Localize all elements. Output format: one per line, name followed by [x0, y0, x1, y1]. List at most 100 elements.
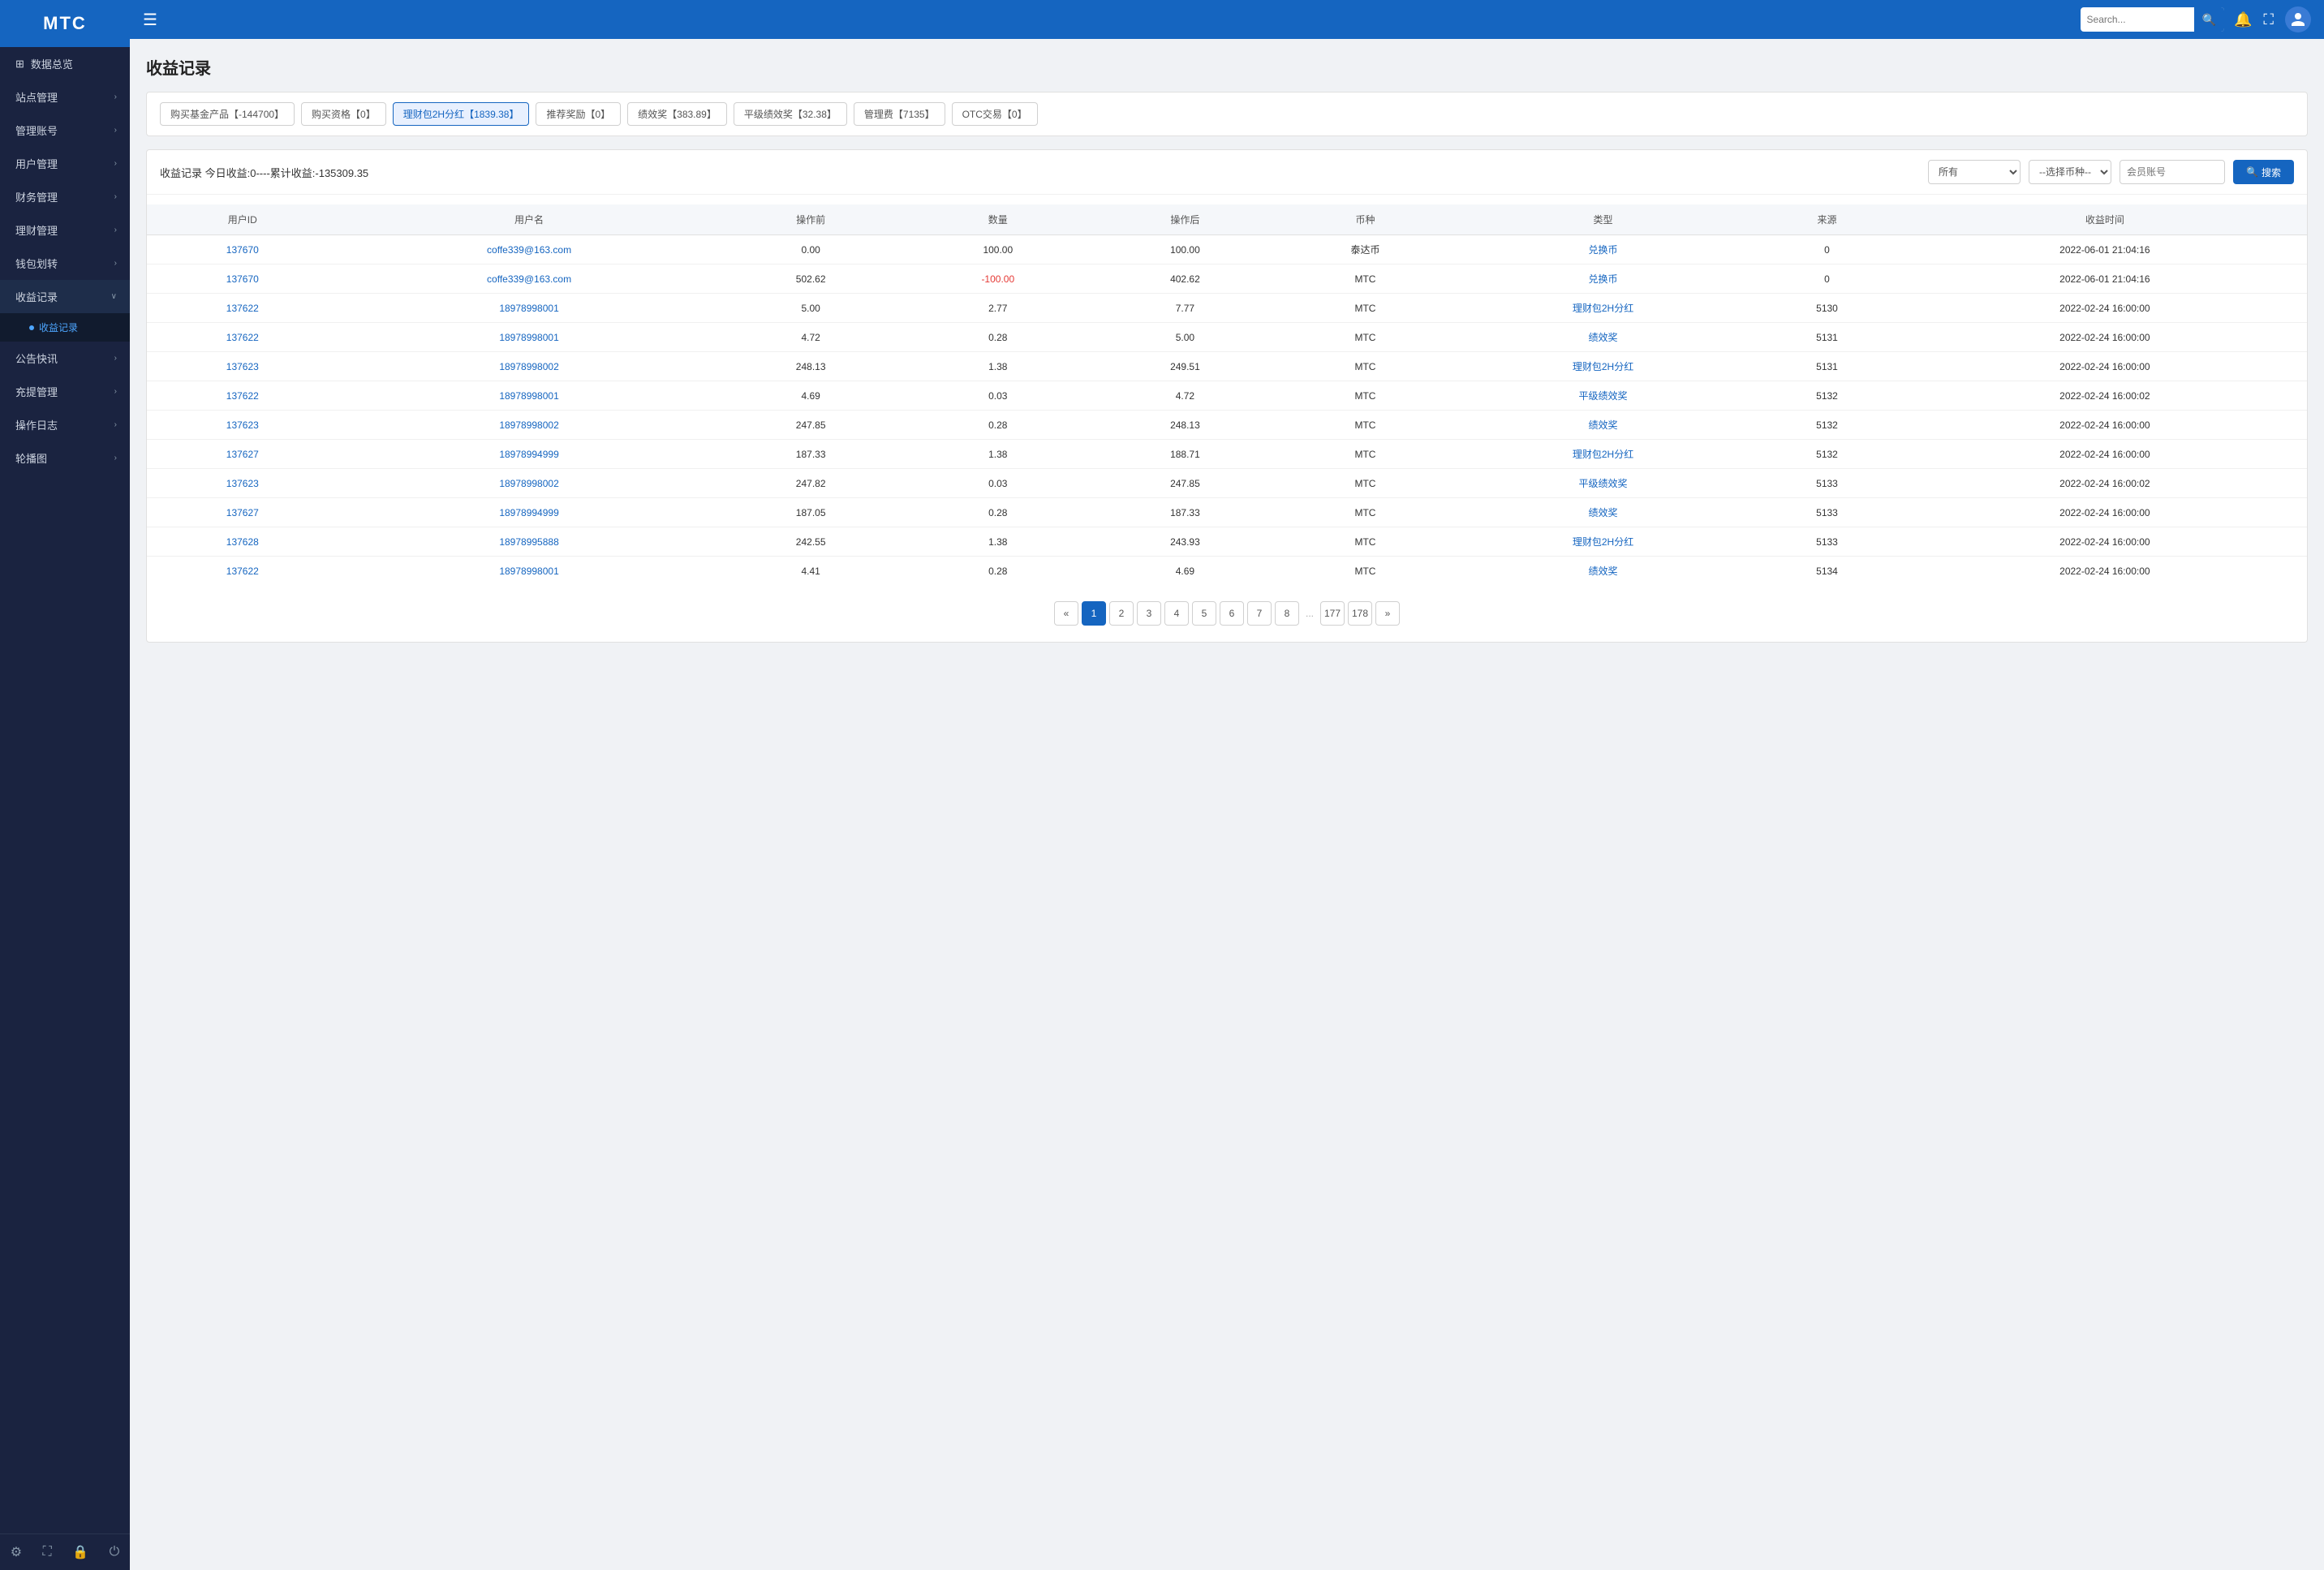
cell-uid[interactable]: 137627 [147, 498, 338, 527]
cell-type[interactable]: 绩效奖 [1455, 323, 1751, 352]
sidebar-item-recharge[interactable]: 充提管理 › [0, 375, 130, 408]
menu-icon[interactable]: ☰ [143, 10, 157, 30]
sidebar-item-label: 公告快讯 [15, 351, 58, 366]
cell-uid[interactable]: 137670 [147, 235, 338, 265]
cell-uid[interactable]: 137623 [147, 469, 338, 498]
cell-username[interactable]: 18978994999 [338, 498, 721, 527]
page-4-button[interactable]: 4 [1164, 601, 1189, 626]
page-5-button[interactable]: 5 [1192, 601, 1216, 626]
cell-source: 5134 [1751, 557, 1903, 586]
tab-mgmt-fee[interactable]: 管理费【7135】 [854, 102, 945, 126]
page-3-button[interactable]: 3 [1137, 601, 1161, 626]
cell-type[interactable]: 平级绩效奖 [1455, 469, 1751, 498]
cell-uid[interactable]: 137622 [147, 557, 338, 586]
page-178-button[interactable]: 178 [1348, 601, 1372, 626]
sidebar-item-income[interactable]: 收益记录 ∨ [0, 280, 130, 313]
cell-username[interactable]: 18978995888 [338, 527, 721, 557]
table-row: 137670 coffe339@163.com 502.62 -100.00 4… [147, 265, 2307, 294]
cell-type[interactable]: 绩效奖 [1455, 411, 1751, 440]
cell-uid[interactable]: 137627 [147, 440, 338, 469]
sidebar-sub-item-label: 收益记录 [39, 320, 78, 334]
cell-uid[interactable]: 137623 [147, 411, 338, 440]
power-icon[interactable]: ⏻ [110, 1545, 120, 1559]
sidebar-item-wealth[interactable]: 理财管理 › [0, 213, 130, 247]
lock-icon[interactable]: 🔒 [72, 1544, 88, 1560]
cell-username[interactable]: coffe339@163.com [338, 265, 721, 294]
table-row: 137622 18978998001 4.72 0.28 5.00 MTC 绩效… [147, 323, 2307, 352]
search-button[interactable]: 🔍 搜索 [2233, 160, 2294, 184]
type-select[interactable]: 所有 兑换币 理财包2H分红 绩效奖 平级绩效奖 管理费 [1928, 160, 2021, 184]
cell-type[interactable]: 绩效奖 [1455, 557, 1751, 586]
sidebar-sub-item-income-record[interactable]: 收益记录 [0, 313, 130, 342]
sidebar-item-oplog[interactable]: 操作日志 › [0, 408, 130, 441]
sidebar-item-finance[interactable]: 财务管理 › [0, 180, 130, 213]
page-1-button[interactable]: 1 [1082, 601, 1106, 626]
chevron-right-icon: › [114, 387, 117, 396]
cell-type[interactable]: 理财包2H分红 [1455, 352, 1751, 381]
sidebar-item-notice[interactable]: 公告快讯 › [0, 342, 130, 375]
cell-type[interactable]: 绩效奖 [1455, 498, 1751, 527]
tab-buy-qual[interactable]: 购买资格【0】 [301, 102, 386, 126]
page-8-button[interactable]: 8 [1275, 601, 1299, 626]
cell-username[interactable]: 18978994999 [338, 440, 721, 469]
cell-type[interactable]: 平级绩效奖 [1455, 381, 1751, 411]
cell-coin: MTC [1276, 557, 1455, 586]
cell-uid[interactable]: 137628 [147, 527, 338, 557]
sidebar-item-user[interactable]: 用户管理 › [0, 147, 130, 180]
search-input[interactable] [2081, 14, 2194, 25]
cell-uid[interactable]: 137622 [147, 323, 338, 352]
cell-username[interactable]: 18978998002 [338, 469, 721, 498]
page-next-button[interactable]: » [1375, 601, 1400, 626]
coin-select[interactable]: --选择币种-- MTC 泰达币 [2029, 160, 2111, 184]
settings-icon[interactable]: ⚙ [11, 1544, 22, 1560]
cell-uid[interactable]: 137623 [147, 352, 338, 381]
cell-coin: MTC [1276, 440, 1455, 469]
cell-type[interactable]: 理财包2H分红 [1455, 527, 1751, 557]
cell-uid[interactable]: 137622 [147, 294, 338, 323]
sidebar-item-site[interactable]: 站点管理 › [0, 80, 130, 114]
page-prev-button[interactable]: « [1054, 601, 1078, 626]
tab-otc[interactable]: OTC交易【0】 [952, 102, 1038, 126]
cell-source: 5133 [1751, 469, 1903, 498]
page-6-button[interactable]: 6 [1220, 601, 1244, 626]
sidebar-item-label: 充提管理 [15, 384, 58, 399]
cell-username[interactable]: 18978998001 [338, 294, 721, 323]
page-2-button[interactable]: 2 [1109, 601, 1134, 626]
tab-wealth-div[interactable]: 理财包2H分红【1839.38】 [393, 102, 530, 126]
avatar[interactable] [2285, 6, 2311, 32]
cell-after: 243.93 [1095, 527, 1276, 557]
cell-type[interactable]: 理财包2H分红 [1455, 294, 1751, 323]
expand-icon[interactable]: ⛶ [2263, 11, 2274, 28]
cell-type[interactable]: 理财包2H分红 [1455, 440, 1751, 469]
cell-source: 5133 [1751, 527, 1903, 557]
search-submit-button[interactable]: 🔍 [2194, 7, 2224, 32]
sidebar-item-dashboard[interactable]: ⊞ 数据总览 [0, 47, 130, 80]
sidebar-item-account[interactable]: 管理账号 › [0, 114, 130, 147]
cell-amount: 0.28 [902, 557, 1095, 586]
fullscreen-icon[interactable]: ⛶ [43, 1545, 52, 1559]
cell-username[interactable]: 18978998002 [338, 411, 721, 440]
cell-username[interactable]: 18978998001 [338, 381, 721, 411]
account-input[interactable] [2120, 160, 2225, 184]
cell-username[interactable]: 18978998001 [338, 557, 721, 586]
bell-icon[interactable]: 🔔 [2234, 11, 2252, 28]
cell-type[interactable]: 兑换币 [1455, 235, 1751, 265]
cell-username[interactable]: coffe339@163.com [338, 235, 721, 265]
tab-recommend[interactable]: 推荐奖励【0】 [536, 102, 621, 126]
cell-before: 187.33 [721, 440, 902, 469]
sidebar-item-banner[interactable]: 轮播图 › [0, 441, 130, 475]
tab-performance[interactable]: 绩效奖【383.89】 [627, 102, 727, 126]
table-container: 收益记录 今日收益:0----累计收益:-135309.35 所有 兑换币 理财… [146, 149, 2308, 643]
cell-uid[interactable]: 137622 [147, 381, 338, 411]
tab-buy-fund[interactable]: 购买基金产品【-144700】 [160, 102, 295, 126]
page-7-button[interactable]: 7 [1247, 601, 1272, 626]
col-amount: 数量 [902, 204, 1095, 235]
tab-level-perf[interactable]: 平级绩效奖【32.38】 [734, 102, 847, 126]
cell-type[interactable]: 兑换币 [1455, 265, 1751, 294]
cell-username[interactable]: 18978998001 [338, 323, 721, 352]
cell-uid[interactable]: 137670 [147, 265, 338, 294]
cell-source: 0 [1751, 265, 1903, 294]
sidebar-item-wallet[interactable]: 钱包划转 › [0, 247, 130, 280]
cell-username[interactable]: 18978998002 [338, 352, 721, 381]
page-177-button[interactable]: 177 [1320, 601, 1345, 626]
